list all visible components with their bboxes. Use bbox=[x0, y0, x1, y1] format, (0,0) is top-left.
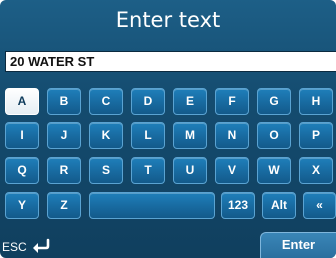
key-l[interactable]: L bbox=[131, 122, 165, 149]
enter-button[interactable]: Enter bbox=[260, 232, 336, 258]
backspace-key[interactable]: « bbox=[303, 192, 336, 219]
key-m[interactable]: M bbox=[173, 122, 207, 149]
key-w[interactable]: W bbox=[257, 157, 291, 184]
space-key[interactable] bbox=[89, 192, 215, 219]
key-s[interactable]: S bbox=[89, 157, 123, 184]
key-k[interactable]: K bbox=[89, 122, 123, 149]
key-e[interactable]: E bbox=[173, 88, 207, 115]
key-o[interactable]: O bbox=[257, 122, 291, 149]
key-n[interactable]: N bbox=[215, 122, 249, 149]
key-z[interactable]: Z bbox=[47, 192, 81, 219]
key-h[interactable]: H bbox=[299, 88, 333, 115]
key-j[interactable]: J bbox=[47, 122, 81, 149]
return-arrow-icon[interactable] bbox=[30, 238, 52, 254]
key-t[interactable]: T bbox=[131, 157, 165, 184]
key-p[interactable]: P bbox=[299, 122, 333, 149]
text-input[interactable]: 20 WATER ST bbox=[5, 51, 336, 72]
key-f[interactable]: F bbox=[215, 88, 249, 115]
key-d[interactable]: D bbox=[131, 88, 165, 115]
screen: Enter text 20 WATER ST ABCDEFGH IJKLMNOP Q… bbox=[0, 0, 336, 258]
alt-key[interactable]: Alt bbox=[262, 192, 296, 219]
key-r[interactable]: R bbox=[47, 157, 81, 184]
key-i[interactable]: I bbox=[5, 122, 39, 149]
key-v[interactable]: V bbox=[215, 157, 249, 184]
key-x[interactable]: X bbox=[299, 157, 333, 184]
key-b[interactable]: B bbox=[47, 88, 81, 115]
key-q[interactable]: Q bbox=[5, 157, 39, 184]
key-g[interactable]: G bbox=[257, 88, 291, 115]
esc-label[interactable]: ESC bbox=[2, 238, 27, 256]
page-title: Enter text bbox=[115, 8, 221, 32]
key-u[interactable]: U bbox=[173, 157, 207, 184]
numbers-key[interactable]: 123 bbox=[221, 192, 255, 219]
key-y[interactable]: Y bbox=[5, 192, 39, 219]
key-c[interactable]: C bbox=[89, 88, 123, 115]
key-a[interactable]: A bbox=[5, 88, 39, 115]
